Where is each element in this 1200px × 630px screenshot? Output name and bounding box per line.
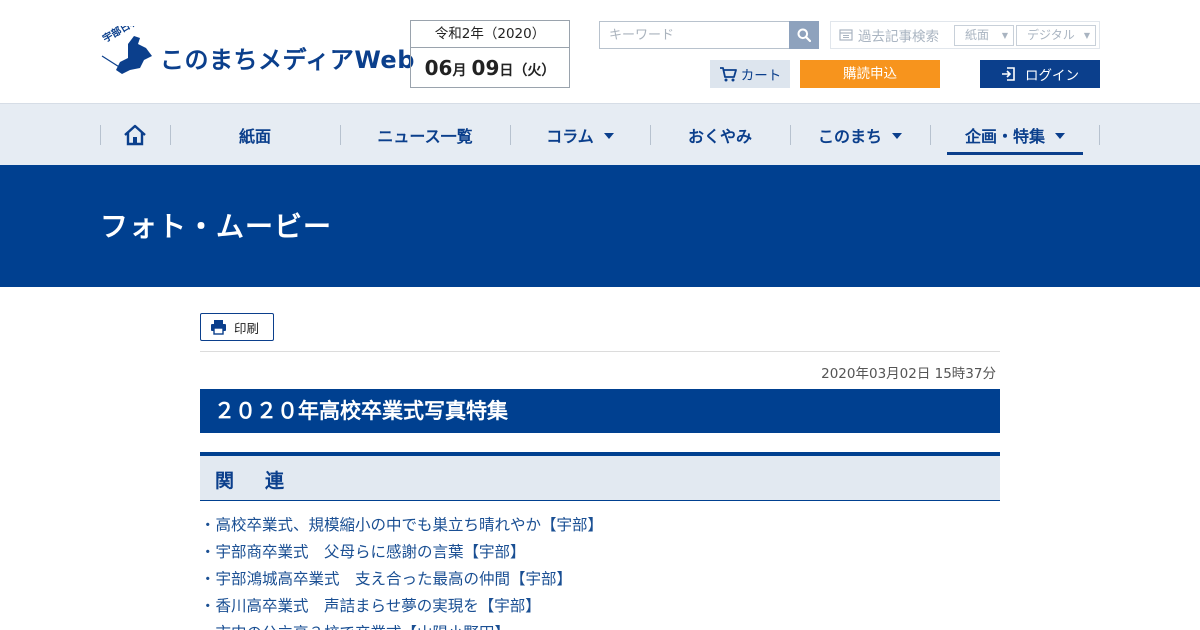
related-link[interactable]: 宇部鴻城高卒業式 支え合った最高の仲間【宇部】 [200,566,1000,593]
related-link[interactable]: 香川高卒業式 声詰まらせ夢の実現を【宇部】 [200,593,1000,620]
main-nav: 紙面 ニュース一覧 コラム おくやみ このまち 企画・特集 [0,104,1200,165]
keyword-search [599,21,819,49]
current-date: 06月 09日（火） [424,56,556,80]
caret-down-icon: ▼ [1083,31,1090,40]
related-header: 関 連 [200,452,1000,501]
digital-archive-select[interactable]: デジタル ▼ [1016,25,1096,46]
brand-name: このまちメディアWeb [160,46,415,74]
related-heading: 関 連 [215,470,291,492]
home-icon [124,124,146,145]
caret-down-icon: ▼ [1001,31,1008,40]
article-title: ２０２０年高校卒業式写真特集 [200,389,1000,433]
dropdown-arrow-icon [1055,132,1065,139]
cart-icon [719,67,737,82]
login-button[interactable]: ログイン [980,60,1100,88]
nav-item-obituaries[interactable]: おくやみ [650,104,790,165]
cart-button[interactable]: カート [710,60,790,88]
related-link[interactable]: 高校卒業式、規模縮小の中でも巣立ち晴れやか【宇部】 [200,512,1000,539]
nav-item-column[interactable]: コラム [510,104,650,165]
section-title: フォト・ムービー [100,210,333,243]
related-links: 高校卒業式、規模縮小の中でも巣立ち晴れやか【宇部】 宇部商卒業式 父母らに感謝の… [200,512,1000,630]
nav-item-konomachi[interactable]: このまち [790,104,930,165]
nav-home[interactable] [100,104,170,165]
dropdown-arrow-icon [892,132,902,139]
related-link[interactable]: 宇部商卒業式 父母らに感謝の言葉【宇部】 [200,539,1000,566]
login-label: ログイン [1025,68,1079,84]
archive-search-label: 過去記事検索 [858,29,939,45]
nav-item-news-list[interactable]: ニュース一覧 [340,104,510,165]
nav-active-indicator [947,152,1083,155]
paper-archive-select[interactable]: 紙面 ▼ [954,25,1014,46]
cart-label: カート [740,68,782,84]
dropdown-arrow-icon [603,132,614,139]
nav-item-features[interactable]: 企画・特集 [930,104,1100,165]
site-header: 宇部日報 このまちメディアWeb 令和2年（2020） 06月 09日（火） 過… [0,0,1200,104]
search-button[interactable] [789,21,819,49]
divider [200,351,1000,352]
login-icon [1002,67,1015,81]
print-label: 印刷 [234,320,260,336]
section-banner: フォト・ムービー [0,165,1200,287]
print-button[interactable]: 印刷 [200,313,274,341]
search-icon [797,28,811,42]
subscribe-button[interactable]: 購読申込 [800,60,940,88]
calendar-icon [839,29,853,41]
nav-divider [1099,125,1100,145]
ube-nippo-logo-icon: 宇部日報 [100,26,152,74]
archive-search: 過去記事検索 紙面 ▼ デジタル ▼ [830,21,1100,49]
printer-icon [211,320,226,335]
article-timestamp: 2020年03月02日 15時37分 [821,366,996,382]
era-year: 令和2年（2020） [411,21,569,48]
date-display: 令和2年（2020） 06月 09日（火） [410,20,570,88]
search-input[interactable] [599,21,790,49]
nav-item-paper[interactable]: 紙面 [170,104,340,165]
related-link[interactable]: 市内の公立高３校で卒業式【山陽小野田】 [200,620,1000,630]
